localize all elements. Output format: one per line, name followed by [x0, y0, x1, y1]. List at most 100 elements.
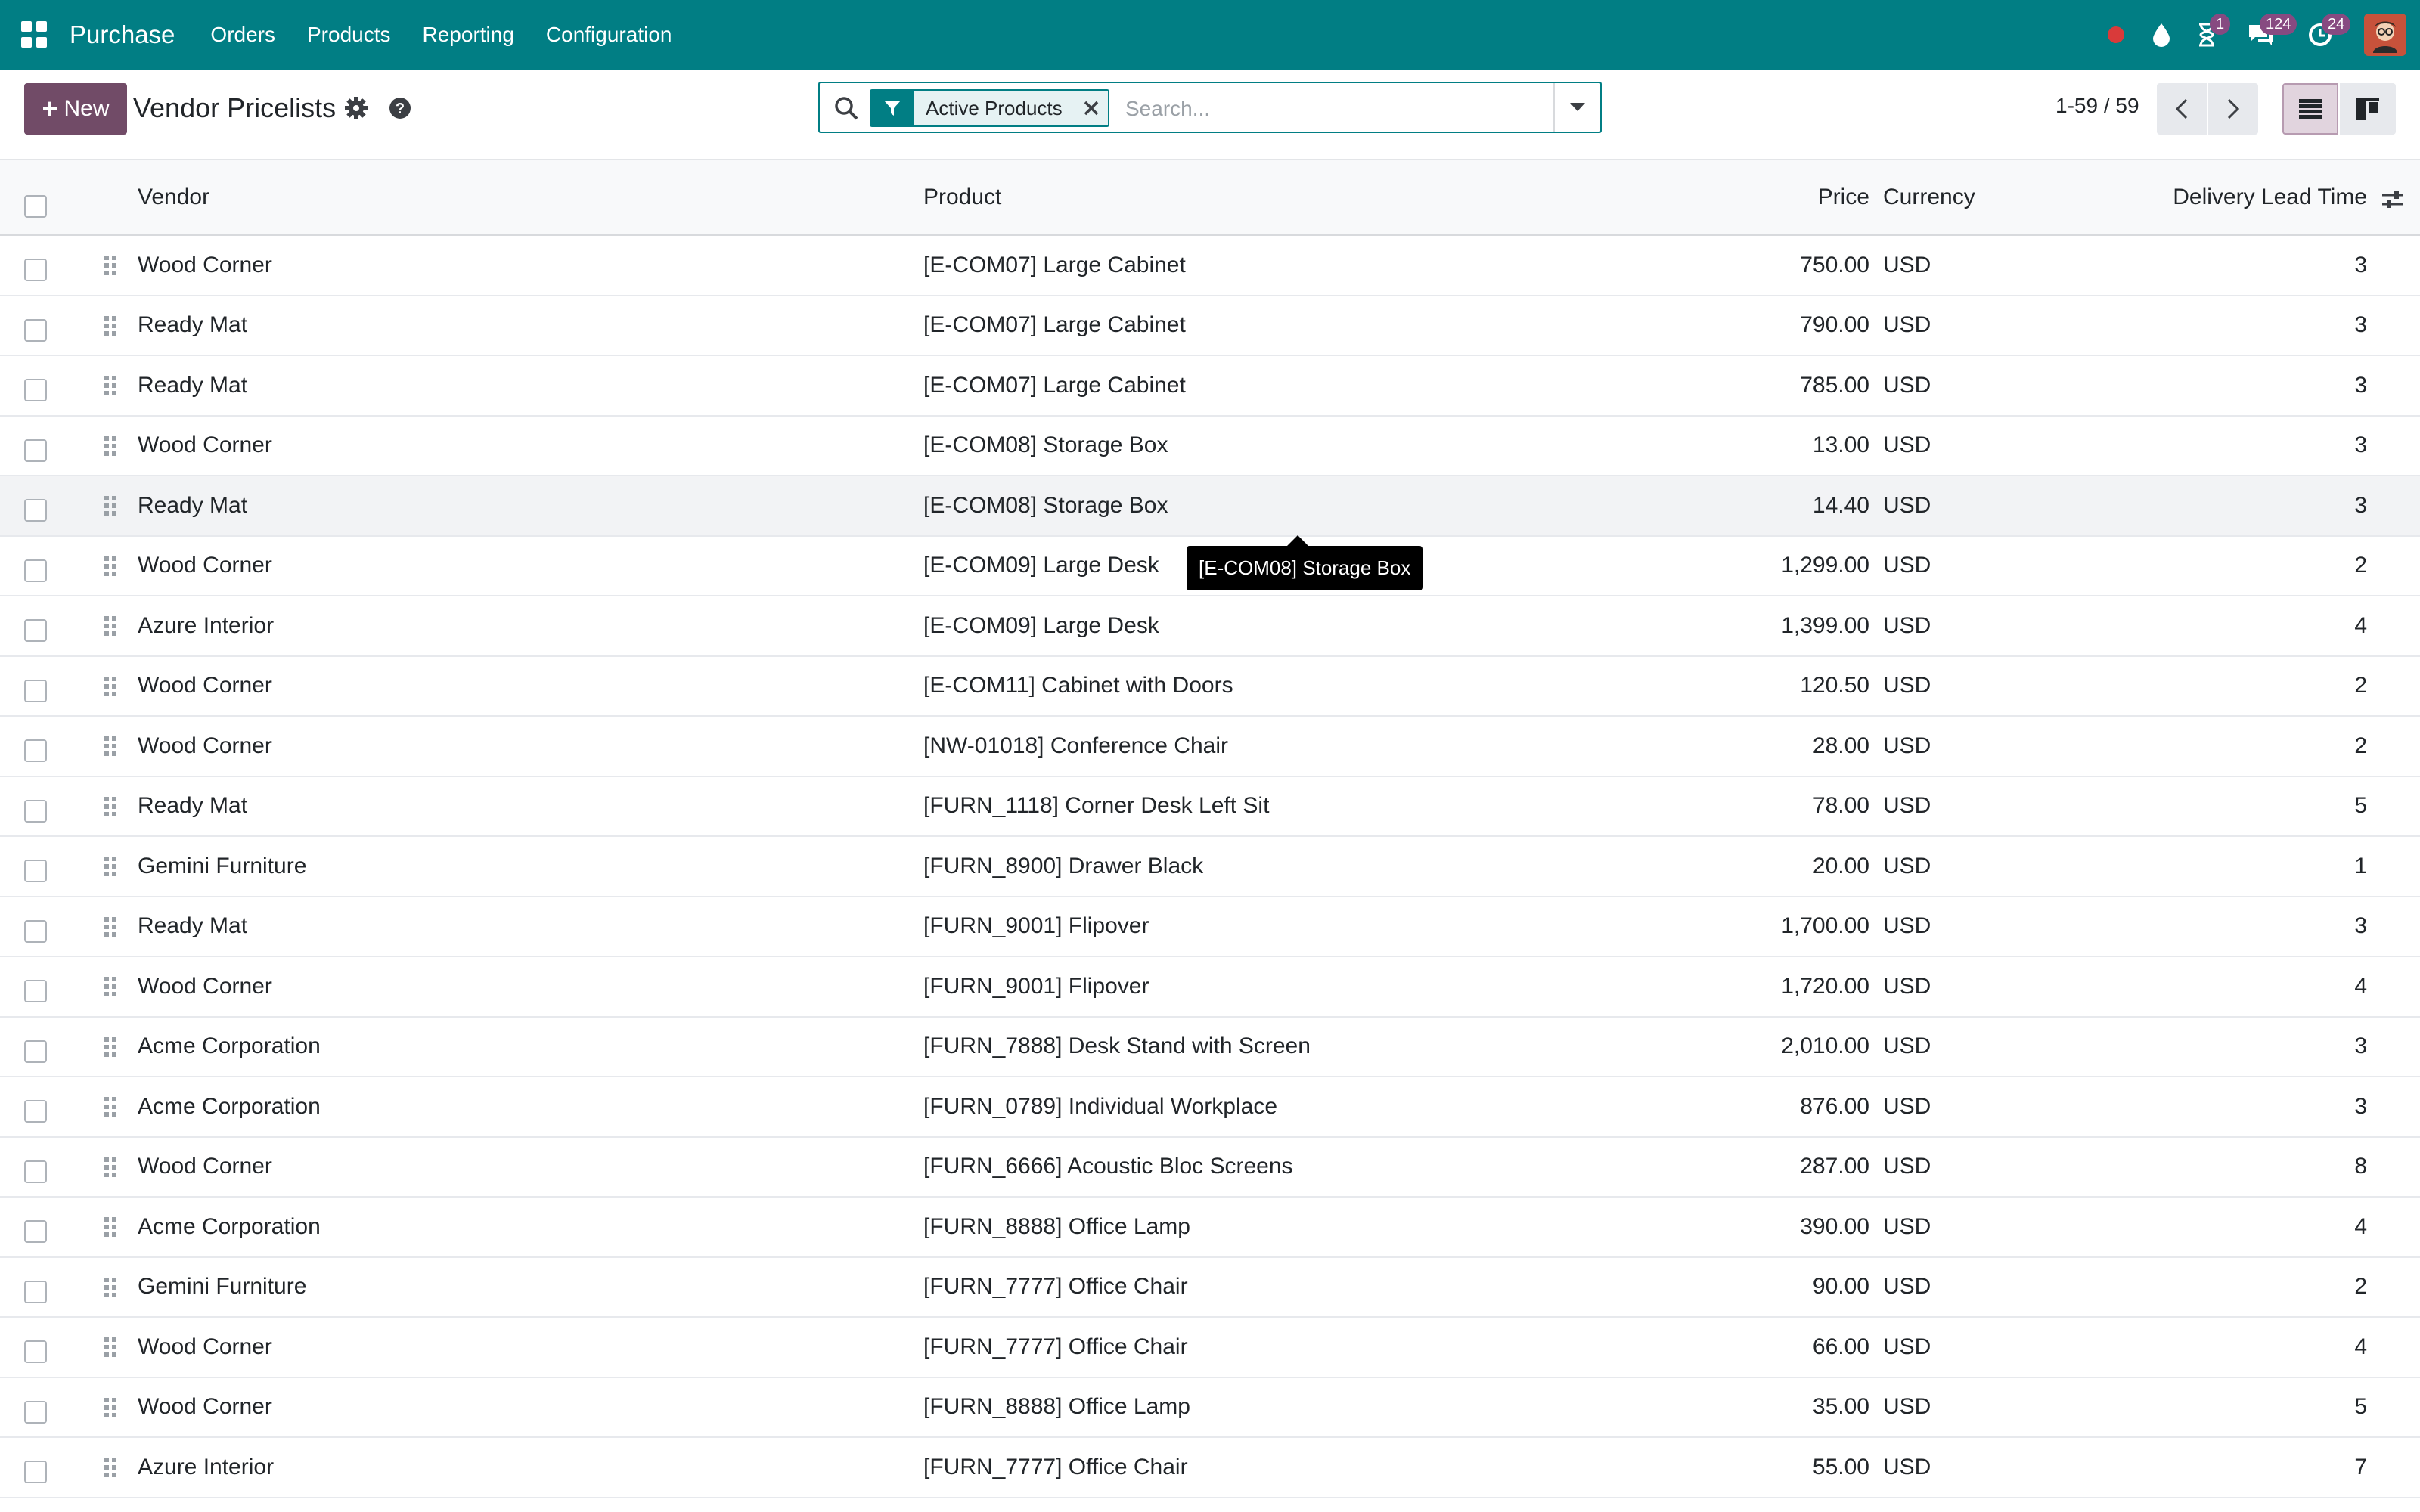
price-cell[interactable]: 1,700.00	[1781, 897, 1869, 956]
hourglass-icon[interactable]: 1	[2184, 0, 2231, 70]
lead-time-cell[interactable]: 4	[2354, 1318, 2367, 1377]
vendor-cell[interactable]: Azure Interior	[138, 596, 274, 655]
messages-icon[interactable]: 124	[2229, 0, 2297, 70]
row-checkbox[interactable]	[24, 980, 47, 1002]
remove-facet-icon[interactable]	[1074, 91, 1108, 125]
price-cell[interactable]: 2,010.00	[1781, 1018, 1869, 1077]
product-cell[interactable]: [FURN_8900] Drawer Black	[923, 837, 1203, 896]
clock-icon[interactable]: 24	[2293, 0, 2351, 70]
drag-handle-icon[interactable]	[103, 1095, 119, 1118]
vendor-cell[interactable]: Acme Corporation	[138, 1077, 321, 1136]
user-avatar[interactable]	[2364, 14, 2406, 56]
optional-columns-icon[interactable]	[2379, 186, 2406, 213]
apps-menu-icon[interactable]	[21, 21, 48, 48]
table-row[interactable]: Acme Corporation [FURN_7888] Desk Stand w…	[0, 1017, 2420, 1077]
row-checkbox[interactable]	[24, 919, 47, 943]
column-header-currency[interactable]: Currency	[1883, 160, 1975, 234]
lead-time-cell[interactable]: 5	[2354, 777, 2367, 836]
vendor-cell[interactable]: Ready Mat	[138, 356, 247, 415]
gear-icon[interactable]	[343, 95, 369, 121]
vendor-cell[interactable]: Wood Corner	[138, 1138, 272, 1197]
row-checkbox[interactable]	[24, 739, 47, 762]
pager-next-button[interactable]	[2208, 83, 2258, 135]
price-cell[interactable]: 55.00	[1813, 1438, 1869, 1497]
table-row[interactable]: Ready Mat [E-COM08] Storage Box 14.40 USD 3	[0, 476, 2420, 537]
drag-handle-icon[interactable]	[103, 916, 119, 938]
drag-handle-icon[interactable]	[103, 1456, 119, 1479]
currency-cell[interactable]: USD	[1883, 1077, 1931, 1136]
drag-handle-icon[interactable]	[103, 254, 119, 277]
price-cell[interactable]: 20.00	[1813, 837, 1869, 896]
menu-reporting[interactable]: Reporting	[407, 23, 530, 47]
currency-cell[interactable]: USD	[1883, 717, 1931, 776]
currency-cell[interactable]: USD	[1883, 897, 1931, 956]
vendor-cell[interactable]: Wood Corner	[138, 717, 272, 776]
vendor-cell[interactable]: Gemini Furniture	[138, 1258, 306, 1317]
row-checkbox[interactable]	[24, 1461, 47, 1483]
vendor-cell[interactable]: Ready Mat	[138, 897, 247, 956]
price-cell[interactable]: 785.00	[1800, 356, 1869, 415]
search-options-toggle[interactable]	[1553, 83, 1600, 132]
kanban-view-button[interactable]	[2340, 83, 2396, 135]
vendor-cell[interactable]: Gemini Furniture	[138, 837, 306, 896]
table-row[interactable]: Acme Corporation [FURN_0789] Individual W…	[0, 1077, 2420, 1138]
product-cell[interactable]: [E-COM11] Cabinet with Doors	[923, 657, 1233, 716]
price-cell[interactable]: 390.00	[1800, 1198, 1869, 1256]
product-cell[interactable]: [E-COM07] Large Cabinet	[923, 236, 1186, 295]
vendor-cell[interactable]: Wood Corner	[138, 1318, 272, 1377]
lead-time-cell[interactable]: 3	[2354, 476, 2367, 535]
lead-time-cell[interactable]: 4	[2354, 596, 2367, 655]
currency-cell[interactable]: USD	[1883, 1438, 1931, 1497]
price-cell[interactable]: 35.00	[1813, 1378, 1869, 1437]
product-cell[interactable]: [FURN_1118] Corner Desk Left Sit	[923, 777, 1269, 836]
table-row[interactable]: Ready Mat [FURN_9001] Flipover 1,700.00 USD…	[0, 897, 2420, 957]
row-checkbox[interactable]	[24, 1280, 47, 1303]
vendor-cell[interactable]: Wood Corner	[138, 657, 272, 716]
lead-time-cell[interactable]: 3	[2354, 296, 2367, 355]
drag-handle-icon[interactable]	[103, 1216, 119, 1238]
lead-time-cell[interactable]: 3	[2354, 1018, 2367, 1077]
menu-configuration[interactable]: Configuration	[530, 23, 688, 47]
row-checkbox[interactable]	[24, 619, 47, 642]
lead-time-cell[interactable]: 4	[2354, 1198, 2367, 1256]
new-button[interactable]: + New	[24, 83, 127, 135]
vendor-cell[interactable]: Wood Corner	[138, 537, 272, 596]
lead-time-cell[interactable]: 2	[2354, 537, 2367, 596]
product-cell[interactable]: [FURN_8888] Office Lamp	[923, 1198, 1190, 1256]
vendor-cell[interactable]: Wood Corner	[138, 957, 272, 1016]
select-all-checkbox[interactable]	[24, 195, 47, 218]
table-row[interactable]: Wood Corner [FURN_9001] Flipover 1,720.00 U…	[0, 957, 2420, 1018]
product-cell[interactable]: [E-COM07] Large Cabinet	[923, 356, 1186, 415]
price-cell[interactable]: 28.00	[1813, 717, 1869, 776]
vendor-cell[interactable]: Acme Corporation	[138, 1018, 321, 1077]
pager-previous-button[interactable]	[2157, 83, 2207, 135]
price-cell[interactable]: 13.00	[1813, 417, 1869, 476]
app-name[interactable]: Purchase	[70, 20, 175, 49]
currency-cell[interactable]: USD	[1883, 1138, 1931, 1197]
lead-time-cell[interactable]: 3	[2354, 236, 2367, 295]
row-checkbox[interactable]	[24, 1400, 47, 1424]
row-checkbox[interactable]	[24, 799, 47, 823]
vendor-cell[interactable]: Ready Mat	[138, 476, 247, 535]
lead-time-cell[interactable]: 2	[2354, 1258, 2367, 1317]
row-checkbox[interactable]	[24, 259, 47, 281]
price-cell[interactable]: 14.40	[1813, 476, 1869, 535]
price-cell[interactable]: 120.50	[1800, 657, 1869, 716]
currency-cell[interactable]: USD	[1883, 537, 1931, 596]
product-cell[interactable]: [FURN_8888] Office Lamp	[923, 1378, 1190, 1437]
table-row[interactable]: Gemini Furniture [FURN_7777] Office Chair…	[0, 1257, 2420, 1318]
table-row[interactable]: Wood Corner [E-COM11] Cabinet with Doors 1…	[0, 656, 2420, 717]
row-checkbox[interactable]	[24, 1160, 47, 1183]
row-checkbox[interactable]	[24, 438, 47, 462]
currency-cell[interactable]: USD	[1883, 236, 1931, 295]
row-checkbox[interactable]	[24, 318, 47, 342]
pager-value[interactable]: 1-59 / 59	[2055, 94, 2139, 118]
price-cell[interactable]: 78.00	[1813, 777, 1869, 836]
row-checkbox[interactable]	[24, 559, 47, 582]
currency-cell[interactable]: USD	[1883, 1258, 1931, 1317]
search-input[interactable]	[1125, 91, 1609, 127]
table-row[interactable]: Wood Corner [FURN_7777] Office Chair 66.00…	[0, 1318, 2420, 1378]
currency-cell[interactable]: USD	[1883, 296, 1931, 355]
drag-handle-icon[interactable]	[103, 795, 119, 818]
product-cell[interactable]: [NW-01018] Conference Chair	[923, 717, 1228, 776]
